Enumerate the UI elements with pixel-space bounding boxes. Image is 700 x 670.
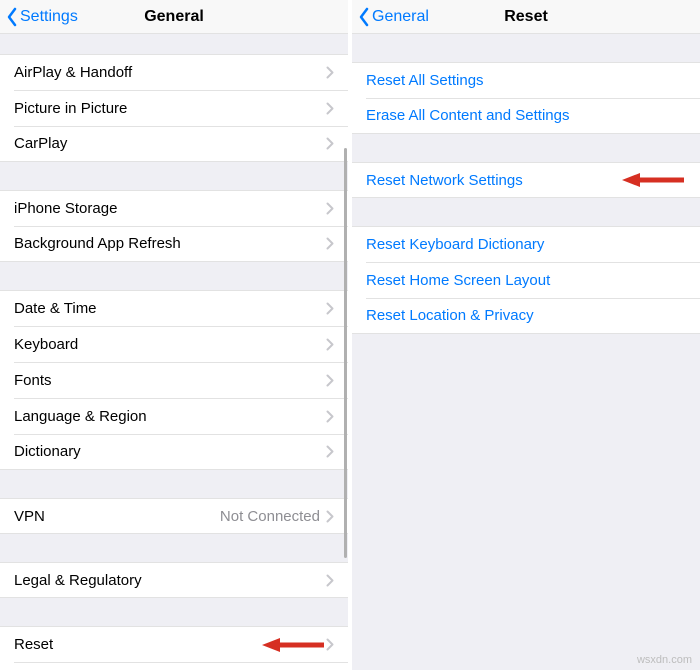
row-label: Reset All Settings	[366, 72, 686, 89]
chevron-left-icon	[358, 7, 370, 27]
chevron-right-icon	[326, 638, 334, 651]
row-label: Legal & Regulatory	[14, 572, 326, 589]
nav-bar: General Reset	[352, 0, 700, 34]
row-vpn[interactable]: VPNNot Connected	[0, 498, 348, 534]
reset-pane: General Reset Reset All Settings Erase Al…	[352, 0, 700, 670]
chevron-right-icon	[326, 66, 334, 79]
row-reset[interactable]: Reset	[0, 626, 348, 662]
row-label: Keyboard	[14, 336, 326, 353]
row-label: Erase All Content and Settings	[366, 107, 686, 124]
row-label: AirPlay & Handoff	[14, 64, 326, 81]
back-button-settings[interactable]: Settings	[0, 7, 78, 27]
row-carplay[interactable]: CarPlay	[0, 126, 348, 162]
row-fonts[interactable]: Fonts	[0, 362, 348, 398]
row-shut-down[interactable]: Shut Down	[0, 662, 348, 670]
chevron-right-icon	[326, 137, 334, 150]
chevron-right-icon	[326, 338, 334, 351]
row-iphone-storage[interactable]: iPhone Storage	[0, 190, 348, 226]
chevron-right-icon	[326, 574, 334, 587]
row-reset-network-settings[interactable]: Reset Network Settings	[352, 162, 700, 198]
row-reset-home-screen-layout[interactable]: Reset Home Screen Layout	[352, 262, 700, 298]
row-label: Reset	[14, 636, 256, 653]
row-label: Reset Home Screen Layout	[366, 272, 686, 289]
row-background-app-refresh[interactable]: Background App Refresh	[0, 226, 348, 262]
row-picture-in-picture[interactable]: Picture in Picture	[0, 90, 348, 126]
row-legal-regulatory[interactable]: Legal & Regulatory	[0, 562, 348, 598]
row-date-time[interactable]: Date & Time	[0, 290, 348, 326]
page-title: Reset	[504, 8, 548, 26]
back-label: Settings	[20, 8, 78, 26]
page-title: General	[144, 8, 204, 26]
watermark: wsxdn.com	[637, 654, 692, 666]
chevron-right-icon	[326, 410, 334, 423]
reset-content: Reset All Settings Erase All Content and …	[352, 34, 700, 670]
scroll-indicator	[344, 148, 347, 558]
row-label: Reset Location & Privacy	[366, 307, 686, 324]
general-content: AirPlay & Handoff Picture in Picture CarPl…	[0, 34, 348, 670]
chevron-right-icon	[326, 102, 334, 115]
row-label: Reset Keyboard Dictionary	[366, 236, 686, 253]
back-button-general[interactable]: General	[352, 7, 429, 27]
highlight-arrow	[622, 170, 686, 190]
row-label: Fonts	[14, 372, 326, 389]
row-airplay-handoff[interactable]: AirPlay & Handoff	[0, 54, 348, 90]
chevron-right-icon	[326, 510, 334, 523]
row-detail: Not Connected	[220, 508, 320, 525]
row-label: iPhone Storage	[14, 200, 326, 217]
row-label: CarPlay	[14, 135, 326, 152]
chevron-right-icon	[326, 445, 334, 458]
chevron-right-icon	[326, 202, 334, 215]
arrow-left-icon	[262, 635, 326, 655]
row-erase-all-content[interactable]: Erase All Content and Settings	[352, 98, 700, 134]
general-settings-pane: Settings General AirPlay & Handoff Pictur…	[0, 0, 352, 670]
nav-bar: Settings General	[0, 0, 348, 34]
row-label: Dictionary	[14, 443, 326, 460]
row-label: Reset Network Settings	[366, 172, 612, 189]
row-reset-keyboard-dictionary[interactable]: Reset Keyboard Dictionary	[352, 226, 700, 262]
row-label: Background App Refresh	[14, 235, 326, 252]
row-label: VPN	[14, 508, 220, 525]
row-label: Date & Time	[14, 300, 326, 317]
chevron-right-icon	[326, 374, 334, 387]
chevron-right-icon	[326, 302, 334, 315]
row-reset-location-privacy[interactable]: Reset Location & Privacy	[352, 298, 700, 334]
chevron-left-icon	[6, 7, 18, 27]
row-reset-all-settings[interactable]: Reset All Settings	[352, 62, 700, 98]
back-label: General	[372, 8, 429, 26]
chevron-right-icon	[326, 237, 334, 250]
highlight-arrow	[262, 635, 326, 655]
row-label: Picture in Picture	[14, 100, 326, 117]
arrow-left-icon	[622, 170, 686, 190]
row-dictionary[interactable]: Dictionary	[0, 434, 348, 470]
row-label: Language & Region	[14, 408, 326, 425]
row-keyboard[interactable]: Keyboard	[0, 326, 348, 362]
row-language-region[interactable]: Language & Region	[0, 398, 348, 434]
